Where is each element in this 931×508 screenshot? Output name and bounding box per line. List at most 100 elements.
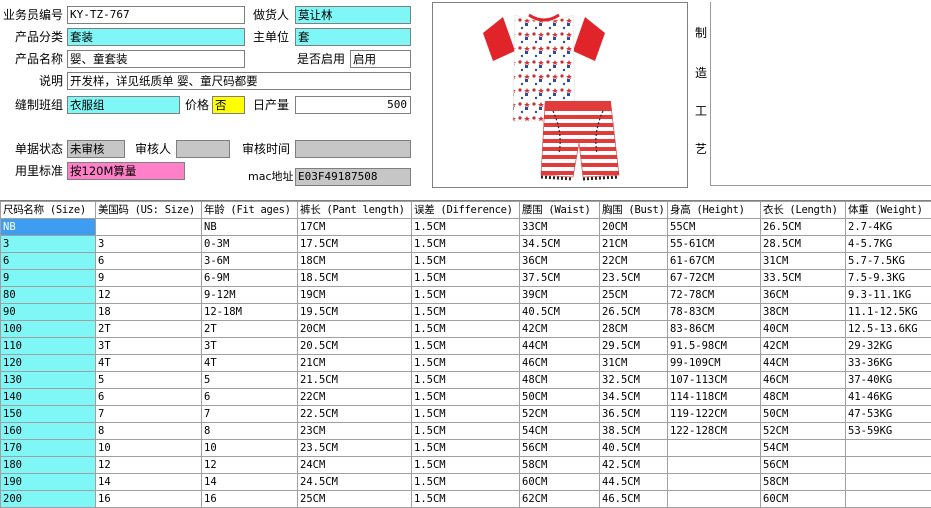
table-cell[interactable]: 20.5CM — [297, 337, 412, 355]
size-cell[interactable]: 110 — [0, 337, 96, 355]
table-cell[interactable]: 33-36KG — [845, 354, 931, 372]
table-cell[interactable]: 61-67CM — [667, 252, 761, 270]
table-cell[interactable]: 10 — [95, 439, 202, 457]
table-cell[interactable]: 48CM — [519, 371, 600, 389]
product-name-field[interactable]: 婴、童套装 — [67, 50, 245, 68]
table-row[interactable]: 110 3T 3T 20.5CM 1.5CM 44CM 29.5CM 91.5-98CM 42C… — [0, 337, 931, 355]
table-cell[interactable]: 3-6M — [201, 252, 298, 270]
table-cell[interactable] — [845, 439, 931, 457]
table-cell[interactable]: 1.5CM — [411, 235, 520, 253]
table-cell[interactable]: 16 — [201, 490, 298, 508]
table-cell[interactable]: 19CM — [297, 286, 412, 304]
table-cell[interactable]: 3 — [95, 235, 202, 253]
table-cell[interactable]: 60CM — [519, 473, 600, 491]
table-cell[interactable]: 6 — [95, 252, 202, 270]
table-cell[interactable]: 52CM — [519, 405, 600, 423]
table-row[interactable]: 170 10 10 23.5CM 1.5CM 56CM 40.5CM 54CM — [0, 439, 931, 457]
table-cell[interactable]: 34.5CM — [599, 388, 668, 406]
table-cell[interactable]: 21CM — [599, 235, 668, 253]
table-cell[interactable]: 1.5CM — [411, 218, 520, 236]
table-cell[interactable]: 14 — [201, 473, 298, 491]
calendar-icon[interactable] — [394, 142, 408, 156]
size-cell[interactable]: 200 — [0, 490, 96, 508]
table-cell[interactable]: 1.5CM — [411, 337, 520, 355]
table-cell[interactable]: 24CM — [297, 456, 412, 474]
table-cell[interactable]: 0-3M — [201, 235, 298, 253]
table-cell[interactable]: 58CM — [760, 473, 846, 491]
table-cell[interactable]: 44CM — [760, 354, 846, 372]
table-cell[interactable]: 40.5CM — [519, 303, 600, 321]
table-cell[interactable]: 3T — [95, 337, 202, 355]
table-cell[interactable]: 9-12M — [201, 286, 298, 304]
table-cell[interactable]: 1.5CM — [411, 354, 520, 372]
table-cell[interactable]: 9.3-11.1KG — [845, 286, 931, 304]
business-no-field[interactable]: KY-TZ-767 — [67, 6, 245, 24]
table-cell[interactable]: 47-53KG — [845, 405, 931, 423]
table-cell[interactable]: 40.5CM — [599, 439, 668, 457]
table-cell[interactable]: 23.5CM — [297, 439, 412, 457]
table-row[interactable]: 140 6 6 22CM 1.5CM 50CM 34.5CM 114-118CM 48CM 41-… — [0, 388, 931, 406]
table-cell[interactable]: 7 — [95, 405, 202, 423]
table-row[interactable]: 120 4T 4T 21CM 1.5CM 46CM 31CM 99-109CM 44CM 33-3… — [0, 354, 931, 372]
table-cell[interactable]: 20CM — [599, 218, 668, 236]
column-header-fit-ages[interactable]: 年龄 (Fit ages) — [201, 201, 298, 219]
table-cell[interactable]: 1.5CM — [411, 405, 520, 423]
table-cell[interactable]: 2.7-4KG — [845, 218, 931, 236]
table-cell[interactable]: 6-9M — [201, 269, 298, 287]
table-cell[interactable]: 6 — [201, 388, 298, 406]
table-cell[interactable]: 1.5CM — [411, 269, 520, 287]
table-cell[interactable]: 36.5CM — [599, 405, 668, 423]
table-cell[interactable]: 107-113CM — [667, 371, 761, 389]
price-field[interactable]: 否 — [212, 96, 245, 114]
size-cell[interactable]: 150 — [0, 405, 96, 423]
table-cell[interactable]: 42CM — [519, 320, 600, 338]
column-header-height[interactable]: 身高 (Height) — [667, 201, 761, 219]
table-cell[interactable] — [845, 456, 931, 474]
size-cell[interactable]: 190 — [0, 473, 96, 491]
table-cell[interactable] — [667, 490, 761, 508]
column-header-weight[interactable]: 体重 (Weight) — [845, 201, 931, 219]
table-cell[interactable]: 53-59KG — [845, 422, 931, 440]
size-cell[interactable]: 120 — [0, 354, 96, 372]
table-row[interactable]: 150 7 7 22.5CM 1.5CM 52CM 36.5CM 119-122CM 50CM 4… — [0, 405, 931, 423]
table-cell[interactable]: 8 — [201, 422, 298, 440]
table-cell[interactable]: 24.5CM — [297, 473, 412, 491]
table-cell[interactable]: 2T — [201, 320, 298, 338]
table-cell[interactable]: 42.5CM — [599, 456, 668, 474]
table-cell[interactable] — [845, 473, 931, 491]
table-cell[interactable]: 26.5CM — [760, 218, 846, 236]
table-row[interactable]: 190 14 14 24.5CM 1.5CM 60CM 44.5CM 58CM — [0, 473, 931, 491]
size-cell[interactable]: NB — [0, 218, 96, 236]
table-cell[interactable] — [667, 456, 761, 474]
table-cell[interactable]: 14 — [95, 473, 202, 491]
size-cell[interactable]: 130 — [0, 371, 96, 389]
column-header-difference[interactable]: 误差 (Difference) — [411, 201, 520, 219]
size-grid[interactable]: 尺码名称 (Size) 美国码 (US: Size) 年龄 (Fit ages)… — [0, 200, 931, 508]
table-cell[interactable]: 32.5CM — [599, 371, 668, 389]
table-cell[interactable]: 91.5-98CM — [667, 337, 761, 355]
size-cell[interactable]: 3 — [0, 235, 96, 253]
table-cell[interactable]: 36CM — [760, 286, 846, 304]
size-cell[interactable]: 100 — [0, 320, 96, 338]
table-row[interactable]: 3 3 0-3M 17.5CM 1.5CM 34.5CM 21CM 55-61CM 28.5CM… — [0, 235, 931, 253]
table-cell[interactable]: 1.5CM — [411, 303, 520, 321]
column-header-us-size[interactable]: 美国码 (US: Size) — [95, 201, 202, 219]
table-cell[interactable]: 22CM — [599, 252, 668, 270]
table-cell[interactable]: 5.7-7.5KG — [845, 252, 931, 270]
table-cell[interactable]: NB — [201, 218, 298, 236]
category-field[interactable]: 套装 — [67, 28, 245, 46]
table-cell[interactable]: 25CM — [297, 490, 412, 508]
table-cell[interactable]: 46.5CM — [599, 490, 668, 508]
table-cell[interactable]: 21CM — [297, 354, 412, 372]
fabric-std-field[interactable]: 按120M算量 — [67, 162, 185, 180]
table-cell[interactable]: 16 — [95, 490, 202, 508]
size-cell[interactable]: 140 — [0, 388, 96, 406]
table-cell[interactable] — [95, 218, 202, 236]
craft-textarea[interactable] — [710, 2, 931, 186]
table-cell[interactable]: 4-5.7KG — [845, 235, 931, 253]
table-cell[interactable]: 19.5CM — [297, 303, 412, 321]
table-cell[interactable]: 29.5CM — [599, 337, 668, 355]
table-cell[interactable]: 8 — [95, 422, 202, 440]
table-cell[interactable]: 38.5CM — [599, 422, 668, 440]
size-cell[interactable]: 160 — [0, 422, 96, 440]
